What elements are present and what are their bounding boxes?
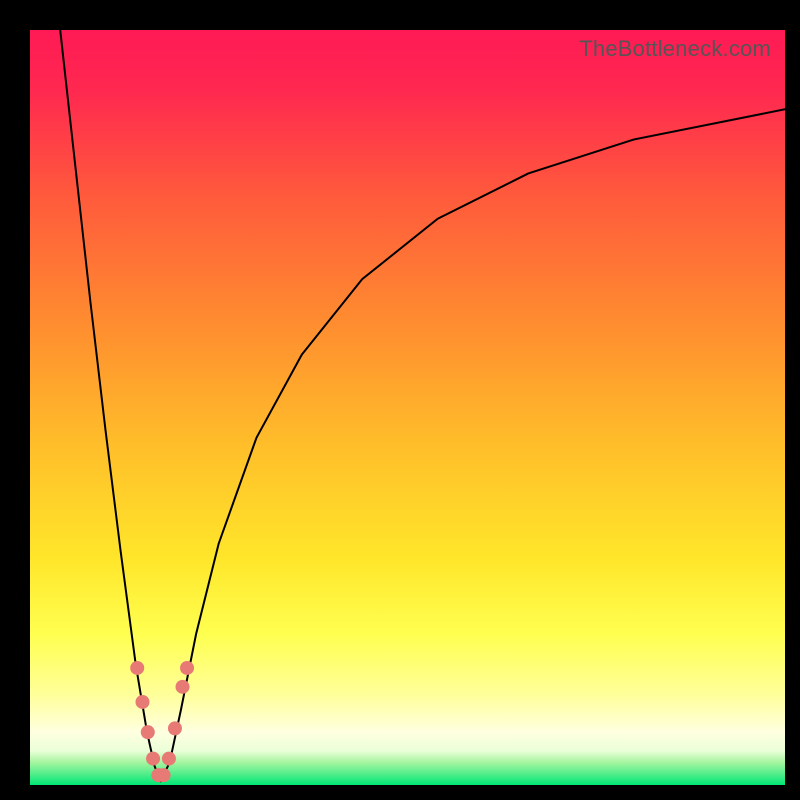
marker-point bbox=[146, 752, 160, 766]
series-left-branch bbox=[60, 30, 160, 781]
marker-point bbox=[141, 725, 155, 739]
marker-point bbox=[176, 680, 190, 694]
marker-point bbox=[157, 768, 171, 782]
plot-area: TheBottleneck.com bbox=[30, 30, 785, 785]
chart-frame: TheBottleneck.com bbox=[0, 0, 800, 800]
marker-point bbox=[162, 752, 176, 766]
curve-layer bbox=[30, 30, 785, 785]
marker-point bbox=[168, 721, 182, 735]
marker-point bbox=[130, 661, 144, 675]
series-right-branch bbox=[161, 109, 785, 781]
watermark-text: TheBottleneck.com bbox=[579, 36, 771, 62]
marker-point bbox=[135, 695, 149, 709]
marker-point bbox=[180, 661, 194, 675]
